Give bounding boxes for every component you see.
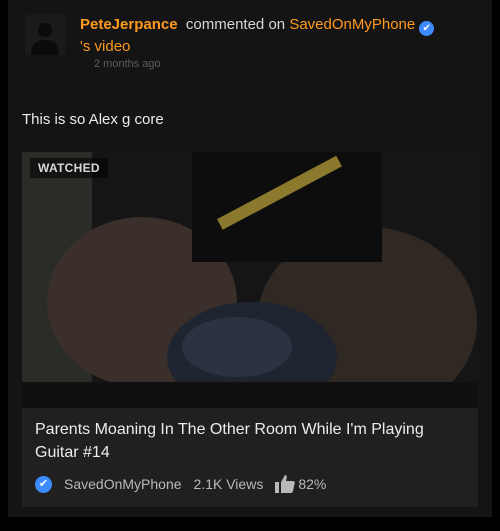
channel-link[interactable]: SavedOnMyPhone	[289, 16, 415, 33]
activity-header: PeteJerpance commented on SavedOnMyPhone…	[80, 14, 470, 58]
video-title[interactable]: Parents Moaning In The Other Room While …	[35, 418, 465, 464]
thumbnail-image	[22, 152, 478, 408]
thumbs-up-icon	[275, 475, 296, 493]
bottom-edge	[0, 517, 500, 531]
username-link[interactable]: PeteJerpance	[80, 16, 178, 33]
action-text: commented on	[185, 16, 286, 33]
comment-text: This is so Alex g core	[22, 111, 164, 128]
video-card[interactable]: WATCHED Parents Moaning In The Other Roo…	[22, 152, 478, 507]
verified-check-icon: ✔	[419, 21, 435, 36]
watched-badge: WATCHED	[30, 158, 108, 178]
verified-check-icon: ✔	[35, 475, 52, 493]
view-count: 2.1K Views	[193, 476, 264, 492]
video-link[interactable]: 's video	[80, 38, 130, 55]
video-channel-link[interactable]: SavedOnMyPhone	[64, 476, 182, 492]
video-thumbnail[interactable]: WATCHED	[22, 152, 478, 408]
default-avatar-icon[interactable]	[25, 15, 65, 55]
avatar-silhouette	[25, 15, 65, 55]
timestamp: 2 months ago	[94, 58, 161, 70]
video-meta: ✔ SavedOnMyPhone 2.1K Views 82%	[35, 474, 465, 494]
rating-percent: 82%	[298, 476, 327, 492]
